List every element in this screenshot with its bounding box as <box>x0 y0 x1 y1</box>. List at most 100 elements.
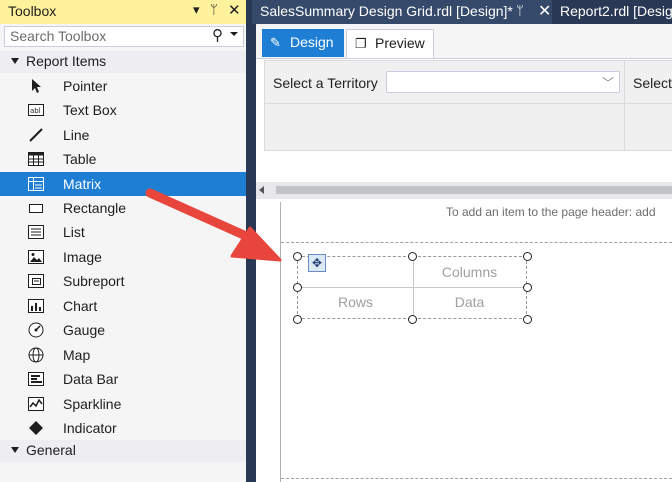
toolbox-item-label: Pointer <box>63 78 108 94</box>
rectangle-icon <box>29 204 43 213</box>
horizontal-scrollbar[interactable] <box>256 182 672 199</box>
close-icon[interactable]: ✕ <box>228 1 241 19</box>
page-header-divider <box>281 242 672 243</box>
toolbox-item-map[interactable]: Map <box>0 343 246 367</box>
toolbox-item-rectangle[interactable]: Rectangle <box>0 196 246 220</box>
image-icon <box>28 250 44 264</box>
pointer-icon <box>32 79 41 93</box>
toolbox-search-input[interactable]: Search Toolbox ⚲ <box>4 26 244 47</box>
page-footer-divider <box>281 478 672 479</box>
resize-handle[interactable] <box>523 283 532 292</box>
tab-label: Report2.rdl [Design] <box>560 3 672 19</box>
toolbox-item-label: Table <box>63 151 97 167</box>
toolbox-item-label: Subreport <box>63 273 125 289</box>
toolbox-item-label: List <box>63 224 85 240</box>
matrix-rows-cell[interactable]: Rows <box>298 294 413 310</box>
resize-handle[interactable] <box>408 252 417 261</box>
chart-icon <box>28 299 44 313</box>
tab-label: Preview <box>375 35 425 51</box>
pin-icon[interactable]: ᛘ <box>210 2 218 17</box>
territory-label: Select a Territory <box>273 75 378 91</box>
toolbox-item-indicator[interactable]: Indicator <box>0 416 246 440</box>
scrollbar-thumb[interactable] <box>276 186 672 194</box>
dropdown-icon[interactable]: ▾ <box>193 2 200 18</box>
indicator-icon <box>29 421 43 435</box>
toolbox-item-label: Indicator <box>63 420 117 436</box>
tab-report2[interactable]: Report2.rdl [Design] <box>554 0 672 24</box>
resize-handle[interactable] <box>523 252 532 261</box>
svg-text:abl: abl <box>30 107 41 115</box>
expand-arrow-icon <box>11 58 19 64</box>
territory-select[interactable]: ﹀ <box>386 71 620 93</box>
chevron-down-icon: ﹀ <box>601 76 614 90</box>
toolbox-title-bar: Toolbox ▾ ᛘ ✕ <box>0 0 246 24</box>
textbox-icon: abl <box>28 104 44 116</box>
search-placeholder: Search Toolbox <box>10 28 107 44</box>
page-margin-line <box>280 202 281 482</box>
tab-label: SalesSummary Design Grid.rdl [Design]* <box>260 3 513 19</box>
toolbox-item-line[interactable]: Line <box>0 123 246 147</box>
sparkline-icon <box>28 397 44 411</box>
toolbox-item-image[interactable]: Image <box>0 245 246 269</box>
group-general[interactable]: General <box>0 440 246 462</box>
group-report-items[interactable]: Report Items <box>0 51 246 73</box>
toolbox-item-label: Gauge <box>63 322 106 338</box>
document-tab-strip: SalesSummary Design Grid.rdl [Design]* ᛘ… <box>250 0 672 24</box>
toolbox-item-chart[interactable]: Chart <box>0 294 246 318</box>
tab-design[interactable]: ✎ Design <box>262 29 344 57</box>
toolbox-item-matrix[interactable]: Matrix <box>0 172 246 196</box>
toolbox-item-label: Data Bar <box>63 371 119 387</box>
design-icon: ✎ <box>270 35 281 50</box>
matrix-row-divider <box>298 287 526 288</box>
toolbox-item-label: Line <box>63 127 90 143</box>
parameter-pane: Select a Territory ﹀ Select <box>264 60 672 151</box>
subreport-icon <box>28 274 44 288</box>
resize-handle[interactable] <box>293 315 302 324</box>
table-icon <box>28 152 44 166</box>
toolbox-item-databar[interactable]: Data Bar <box>0 367 246 391</box>
designer-tabs: ✎ Design ❐ Preview <box>256 24 672 59</box>
parameter-cell: Select a Territory ﹀ <box>265 61 625 104</box>
preview-icon: ❐ <box>355 36 367 51</box>
resize-handle[interactable] <box>293 252 302 261</box>
tab-preview[interactable]: ❐ Preview <box>346 29 434 58</box>
next-parameter-label: Select <box>633 75 672 91</box>
toolbox-title: Toolbox <box>8 3 57 19</box>
toolbox-item-label: Rectangle <box>63 200 127 216</box>
tab-label: Design <box>290 34 334 50</box>
list-icon <box>28 225 44 239</box>
move-icon[interactable]: ✥ <box>308 254 326 272</box>
group-label: Report Items <box>26 53 107 69</box>
search-dropdown-icon[interactable] <box>230 32 238 36</box>
scroll-left-icon[interactable] <box>259 186 264 194</box>
search-icon[interactable]: ⚲ <box>212 26 223 44</box>
resize-handle[interactable] <box>523 315 532 324</box>
matrix-columns-cell[interactable]: Columns <box>413 264 526 280</box>
toolbox-item-label: Map <box>63 347 91 363</box>
toolbox-item-subreport[interactable]: Subreport <box>0 269 246 293</box>
close-icon[interactable]: ✕ <box>538 1 551 21</box>
toolbox-item-label: Image <box>63 249 102 265</box>
toolbox-item-gauge[interactable]: Gauge <box>0 318 246 342</box>
databar-icon <box>28 372 44 386</box>
toolbox-item-pointer[interactable]: Pointer <box>0 74 246 98</box>
map-icon <box>28 347 44 363</box>
pin-icon[interactable]: ᛘ <box>516 3 524 18</box>
resize-handle[interactable] <box>408 315 417 324</box>
toolbox-item-table[interactable]: Table <box>0 147 246 171</box>
report-designer: ✎ Design ❐ Preview Select a Territory ﹀ … <box>256 24 672 482</box>
toolbox-item-label: Chart <box>63 298 98 314</box>
toolbox-panel: Toolbox ▾ ᛘ ✕ Search Toolbox ⚲ Report It… <box>0 0 246 482</box>
toolbox-item-textbox[interactable]: abl Text Box <box>0 98 246 122</box>
matrix-tablix[interactable]: Columns Rows Data <box>297 256 527 319</box>
toolbox-item-list[interactable]: List <box>0 220 246 244</box>
matrix-icon <box>28 177 44 191</box>
toolbox-item-sparkline[interactable]: Sparkline <box>0 392 246 416</box>
tab-salessummary[interactable]: SalesSummary Design Grid.rdl [Design]* ᛘ… <box>252 0 552 24</box>
toolbox-item-label: Sparkline <box>63 396 122 412</box>
resize-handle[interactable] <box>293 283 302 292</box>
page-header-hint: To add an item to the page header: add <box>446 205 656 219</box>
line-icon <box>29 128 43 142</box>
design-surface[interactable]: To add an item to the page header: add C… <box>256 202 672 482</box>
matrix-data-cell[interactable]: Data <box>413 294 526 310</box>
